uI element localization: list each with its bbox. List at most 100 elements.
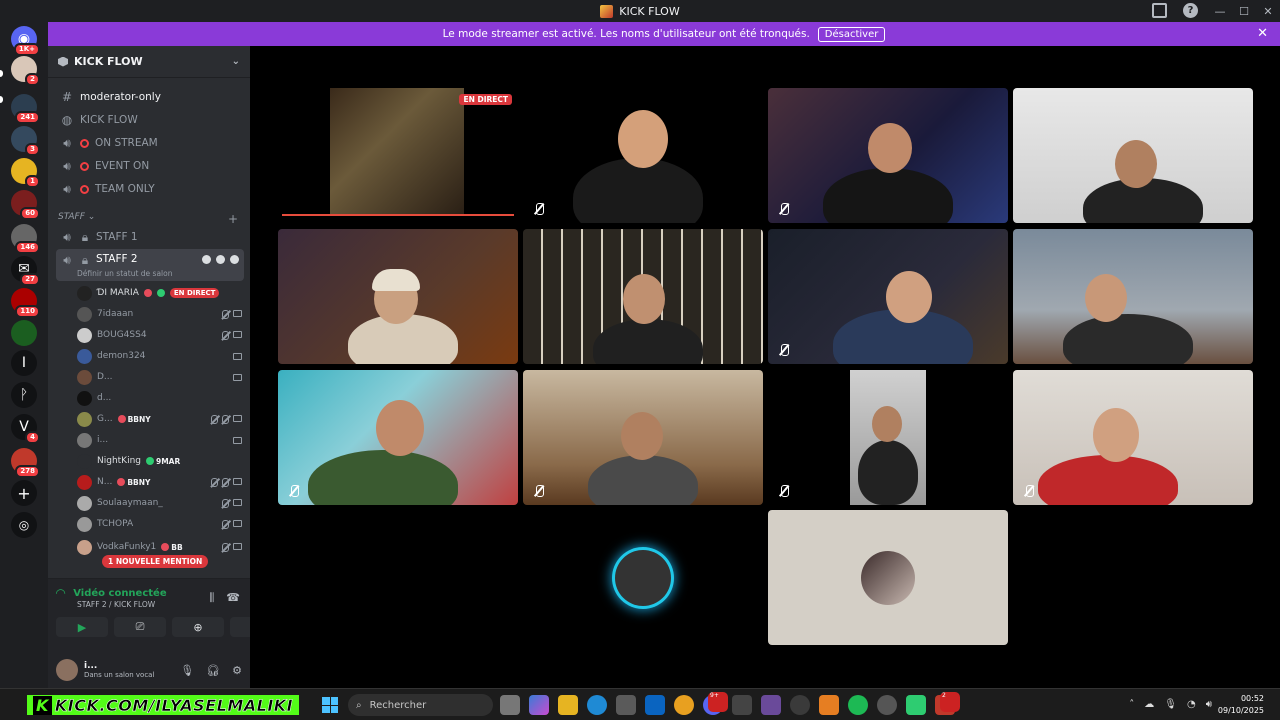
server-icon[interactable]: ᚹ — [11, 382, 37, 408]
disable-streamer-mode-button[interactable]: Désactiver — [817, 26, 886, 42]
video-tile[interactable] — [768, 229, 1008, 364]
video-tile[interactable] — [1013, 88, 1253, 223]
activities-button[interactable]: ⊕ — [172, 617, 224, 637]
clock[interactable]: 00:52 09/10/2025 — [1218, 693, 1264, 717]
server-header[interactable]: KICK FLOW ⌄ — [48, 46, 250, 78]
help-icon[interactable]: ? — [1183, 3, 1198, 18]
outlook-icon[interactable] — [645, 695, 665, 715]
voice-member[interactable]: 7idaaan — [77, 304, 242, 324]
add-server-icon[interactable]: + — [11, 480, 37, 506]
category-staff[interactable]: STAFF ⌄ + — [58, 212, 238, 226]
voice-member[interactable]: TCHOPA — [77, 514, 242, 534]
stream-tile[interactable]: EN DIRECT — [278, 88, 518, 223]
disconnect-icon[interactable]: ☎ — [226, 591, 240, 605]
store-icon[interactable] — [616, 695, 636, 715]
audio-only-tile[interactable] — [768, 510, 1008, 645]
invite-icon[interactable] — [216, 255, 225, 264]
video-tile[interactable] — [1013, 229, 1253, 364]
channel-moderator-only[interactable]: # moderator-only — [56, 86, 244, 108]
kick-icon[interactable] — [906, 695, 926, 715]
app-icon[interactable] — [877, 695, 897, 715]
signal-icon: ◠ — [56, 586, 66, 600]
chevron-up-icon[interactable]: ˄ — [1129, 699, 1134, 710]
start-menu-icon[interactable] — [322, 697, 338, 713]
edge-icon[interactable] — [587, 695, 607, 715]
voice-status[interactable]: ◠ Vidéo connectée — [56, 586, 167, 600]
add-channel-icon[interactable]: + — [228, 212, 238, 226]
server-icon[interactable]: 1 — [11, 158, 40, 188]
server-icon[interactable]: 60 — [11, 190, 40, 220]
obs-icon[interactable] — [790, 695, 810, 715]
volume-icon[interactable]: 🔊︎ — [1206, 699, 1212, 710]
spotify-icon[interactable] — [848, 695, 868, 715]
new-mention-pill[interactable]: 1 NOUVELLE MENTION — [102, 555, 209, 568]
task-view-icon[interactable] — [500, 695, 520, 715]
server-icon[interactable]: I — [11, 350, 37, 376]
file-explorer-icon[interactable] — [558, 695, 578, 715]
server-icon[interactable]: 146 — [11, 224, 40, 254]
inbox-icon[interactable] — [1152, 3, 1167, 18]
gear-icon[interactable]: ⚙ — [232, 664, 242, 677]
avatar[interactable] — [56, 659, 78, 681]
server-icon[interactable]: 2 — [11, 56, 40, 86]
maximize-icon[interactable]: ☐ — [1232, 0, 1256, 22]
cloud-icon[interactable]: ☁ — [1144, 699, 1154, 710]
voice-location[interactable]: STAFF 2 / KICK FLOW — [77, 600, 155, 609]
server-icon[interactable]: 278 — [11, 448, 40, 478]
voice-member[interactable]: D... — [77, 367, 242, 387]
server-icon[interactable]: V4 — [11, 414, 40, 444]
voice-member[interactable]: i... — [77, 430, 242, 450]
direct-messages-icon[interactable]: ◉ 1K+ — [11, 26, 40, 56]
voice-member[interactable]: VodkaFunky1 BB — [77, 537, 242, 557]
channel-team-only[interactable]: 🔊︎ TEAM ONLY — [56, 178, 244, 200]
photos-icon[interactable] — [732, 695, 752, 715]
voice-member[interactable]: demon324 — [77, 346, 242, 366]
channel-on-stream[interactable]: 🔊︎ ON STREAM — [56, 132, 244, 154]
noise-suppression-icon[interactable]: ⫼ — [209, 591, 214, 605]
audio-only-tile[interactable] — [523, 510, 763, 645]
voice-member[interactable]: G... BBNY — [77, 409, 242, 429]
chrome-icon[interactable] — [674, 695, 694, 715]
video-tile[interactable] — [523, 88, 763, 223]
server-icon[interactable]: 3 — [11, 126, 40, 156]
server-icon[interactable]: 110 — [11, 288, 40, 318]
video-tile[interactable] — [523, 229, 763, 364]
video-tile[interactable] — [768, 370, 1008, 505]
channel-event-on[interactable]: 🔊︎ EVENT ON — [56, 155, 244, 177]
camera-button[interactable]: ▶ — [56, 617, 108, 637]
copilot-icon[interactable] — [529, 695, 549, 715]
voice-member[interactable]: BOUG4SS4 — [77, 325, 242, 345]
video-tile[interactable] — [523, 370, 763, 505]
video-tile[interactable] — [1013, 370, 1253, 505]
voice-member[interactable]: ƊI MARIA EN DIRECT — [77, 283, 242, 303]
server-icon[interactable] — [11, 320, 37, 346]
channel-staff-1[interactable]: 🔊︎ 🔒︎ STAFF 1 — [56, 226, 244, 248]
taskbar-search[interactable]: ⌕ Rechercher — [348, 694, 493, 716]
voice-member[interactable]: Soulaaymaan_ — [77, 493, 242, 513]
video-tile[interactable] — [768, 88, 1008, 223]
server-icon[interactable]: ✉ 27 — [11, 256, 40, 286]
screen-share-button[interactable]: ⎚ — [114, 617, 166, 637]
channel-status-placeholder[interactable]: Définir un statut de salon — [77, 269, 172, 278]
discord-icon[interactable]: 9+ — [703, 692, 728, 715]
microphone-icon[interactable]: 🎙︎ — [180, 664, 194, 677]
headphones-icon[interactable]: 🎧︎ — [206, 664, 220, 677]
chat-icon[interactable] — [202, 255, 211, 264]
game-icon[interactable] — [761, 695, 781, 715]
video-tile[interactable] — [278, 370, 518, 505]
close-window-icon[interactable]: ✕ — [1256, 0, 1280, 22]
microphone-icon[interactable]: 🎙︎ — [1164, 699, 1177, 710]
voice-member[interactable]: d... — [77, 388, 242, 408]
minimize-icon[interactable]: — — [1208, 0, 1232, 22]
server-icon[interactable]: 241 — [11, 94, 40, 124]
app-icon[interactable] — [819, 695, 839, 715]
voice-member[interactable]: N... BBNY — [77, 472, 242, 492]
settings-icon[interactable] — [230, 255, 239, 264]
wifi-icon[interactable]: ◔ — [1187, 699, 1196, 710]
discover-icon[interactable]: ◎ — [11, 512, 37, 538]
kick-flow-icon[interactable]: 2 — [935, 692, 960, 715]
voice-member[interactable]: NightKing 9MAR — [77, 451, 242, 471]
banner-close-icon[interactable]: ✕ — [1257, 26, 1268, 41]
channel-kick-flow[interactable]: ◍ KICK FLOW — [56, 109, 244, 131]
video-tile[interactable] — [278, 229, 518, 364]
